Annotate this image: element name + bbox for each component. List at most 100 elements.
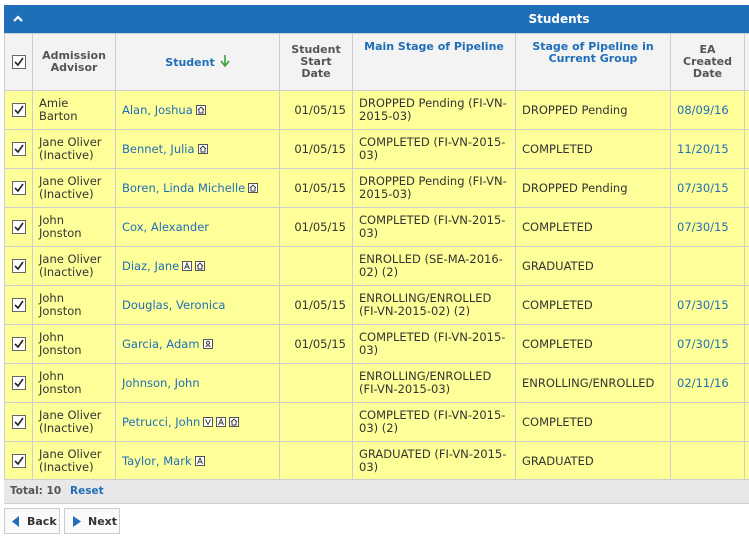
check-icon [13, 183, 24, 193]
student-name-link[interactable]: Bennet, Julia [122, 142, 195, 156]
student-cell: Cox, Alexander [115, 207, 280, 247]
student-cell: Douglas, Veronica [115, 285, 280, 325]
student-name-link[interactable]: Cox, Alexander [122, 220, 209, 234]
ea-created-date-cell[interactable]: 07/30/15 [670, 207, 745, 247]
row-select-cell [4, 363, 33, 403]
group-stage-cell: COMPLETED [515, 129, 671, 169]
table-row: Amie Barton Alan, Joshua 01/05/15 DROPPED P… [4, 90, 749, 130]
col-header-main-stage[interactable]: Main Stage of Pipeline [352, 33, 516, 91]
row-checkbox[interactable] [11, 415, 26, 429]
table-row: Jane Oliver (Inactive) Bennet, Julia 01/05… [4, 129, 749, 169]
main-stage-cell: ENROLLED (SE-MA-2016-02) (2) [352, 246, 516, 286]
row-select-cell [4, 207, 33, 247]
student-name-link[interactable]: Alan, Joshua [122, 103, 193, 117]
main-stage-cell: GRADUATED (FI-VN-2015-03) [352, 441, 516, 481]
row-checkbox[interactable] [11, 220, 26, 234]
advisor-cell: John Jonston [32, 363, 116, 403]
students-panel-header: Students [4, 5, 749, 33]
col-header-ea-created[interactable]: EA Created Date [670, 33, 745, 91]
student-name-link[interactable]: Petrucci, John [122, 415, 200, 429]
row-checkbox[interactable] [11, 298, 26, 312]
home-icon [197, 143, 208, 154]
table-row: Jane Oliver (Inactive) Boren, Linda Miche… [4, 168, 749, 208]
extra-cell [744, 129, 749, 169]
col-header-student[interactable]: Student [115, 33, 280, 91]
main-stage-cell: DROPPED Pending (FI-VN-2015-03) [352, 168, 516, 208]
row-select-cell [4, 285, 33, 325]
start-date-cell: 01/05/15 [279, 324, 353, 364]
students-table: Admission Advisor Student Student Start … [4, 33, 749, 481]
col-header-extra [744, 33, 749, 91]
home-icon [248, 182, 259, 193]
student-name-link[interactable]: Diaz, Jane [122, 259, 179, 273]
student-cell: Johnson, John [115, 363, 280, 403]
ea-created-date-cell[interactable]: 07/30/15 [670, 324, 745, 364]
check-icon [13, 300, 24, 310]
row-checkbox[interactable] [11, 103, 26, 117]
extra-cell [744, 363, 749, 403]
next-button[interactable]: Next [64, 508, 120, 534]
student-cell: Taylor, Mark [115, 441, 280, 481]
main-stage-cell: COMPLETED (FI-VN-2015-03) [352, 207, 516, 247]
group-stage-cell: COMPLETED [515, 402, 671, 442]
group-stage-cell: COMPLETED [515, 285, 671, 325]
student-name-link[interactable]: Taylor, Mark [122, 454, 192, 468]
back-button[interactable]: Back [4, 508, 60, 534]
a-badge-icon [182, 260, 193, 271]
check-icon [13, 57, 24, 67]
ea-created-date-cell[interactable] [670, 441, 745, 481]
col-header-group-stage[interactable]: Stage of Pipeline in Current Group [515, 33, 671, 91]
advisor-cell: Jane Oliver (Inactive) [32, 168, 116, 208]
extra-cell [744, 246, 749, 286]
row-checkbox[interactable] [11, 142, 26, 156]
sort-down-arrow-icon [220, 55, 230, 68]
panel-title: Students [528, 12, 590, 26]
select-all-checkbox[interactable] [11, 55, 26, 69]
ea-created-date-cell[interactable] [670, 246, 745, 286]
extra-cell [744, 90, 749, 130]
student-name-link[interactable]: Douglas, Veronica [122, 298, 225, 312]
row-select-cell [4, 441, 33, 481]
row-select-cell [4, 324, 33, 364]
group-stage-cell: DROPPED Pending [515, 168, 671, 208]
row-checkbox[interactable] [11, 454, 26, 468]
ea-created-date-cell[interactable]: 11/20/15 [670, 129, 745, 169]
ea-created-date-cell[interactable]: 02/11/16 [670, 363, 745, 403]
table-row: John Jonston Douglas, Veronica 01/05/15 ENR… [4, 285, 749, 325]
col-header-start-date[interactable]: Student Start Date [279, 33, 353, 91]
reset-link[interactable]: Reset [70, 485, 104, 497]
advisor-cell: John Jonston [32, 285, 116, 325]
ea-created-date-cell[interactable]: 07/30/15 [670, 285, 745, 325]
student-name-link[interactable]: Boren, Linda Michelle [122, 181, 245, 195]
col-header-advisor[interactable]: Admission Advisor [32, 33, 116, 91]
row-checkbox[interactable] [11, 376, 26, 390]
main-stage-cell: COMPLETED (FI-VN-2015-03) [352, 324, 516, 364]
ea-created-date-cell[interactable]: 08/09/16 [670, 90, 745, 130]
row-checkbox[interactable] [11, 259, 26, 273]
main-stage-cell: COMPLETED (FI-VN-2015-03) [352, 129, 516, 169]
row-checkbox[interactable] [11, 337, 26, 351]
row-select-cell [4, 246, 33, 286]
collapse-icon[interactable] [12, 13, 24, 25]
student-cell: Bennet, Julia [115, 129, 280, 169]
student-cell: Boren, Linda Michelle [115, 168, 280, 208]
advisor-cell: Jane Oliver (Inactive) [32, 129, 116, 169]
row-select-cell [4, 402, 33, 442]
group-stage-cell: DROPPED Pending [515, 90, 671, 130]
main-stage-cell: COMPLETED (FI-VN-2015-03) (2) [352, 402, 516, 442]
total-count: Total: 10 [10, 485, 62, 497]
table-header-row: Admission Advisor Student Student Start … [4, 33, 749, 91]
student-cell: Garcia, Adam [115, 324, 280, 364]
student-name-link[interactable]: Garcia, Adam [122, 337, 200, 351]
student-name-link[interactable]: Johnson, John [122, 376, 200, 390]
check-icon [13, 144, 24, 154]
extra-cell [744, 324, 749, 364]
ea-created-date-cell[interactable] [670, 402, 745, 442]
ea-created-date-cell[interactable]: 07/30/15 [670, 168, 745, 208]
start-date-cell: 01/05/15 [279, 90, 353, 130]
row-checkbox[interactable] [11, 181, 26, 195]
home-icon [195, 260, 206, 271]
row-select-cell [4, 90, 33, 130]
group-stage-cell: ENROLLING/ENROLLED [515, 363, 671, 403]
advisor-cell: Jane Oliver (Inactive) [32, 246, 116, 286]
